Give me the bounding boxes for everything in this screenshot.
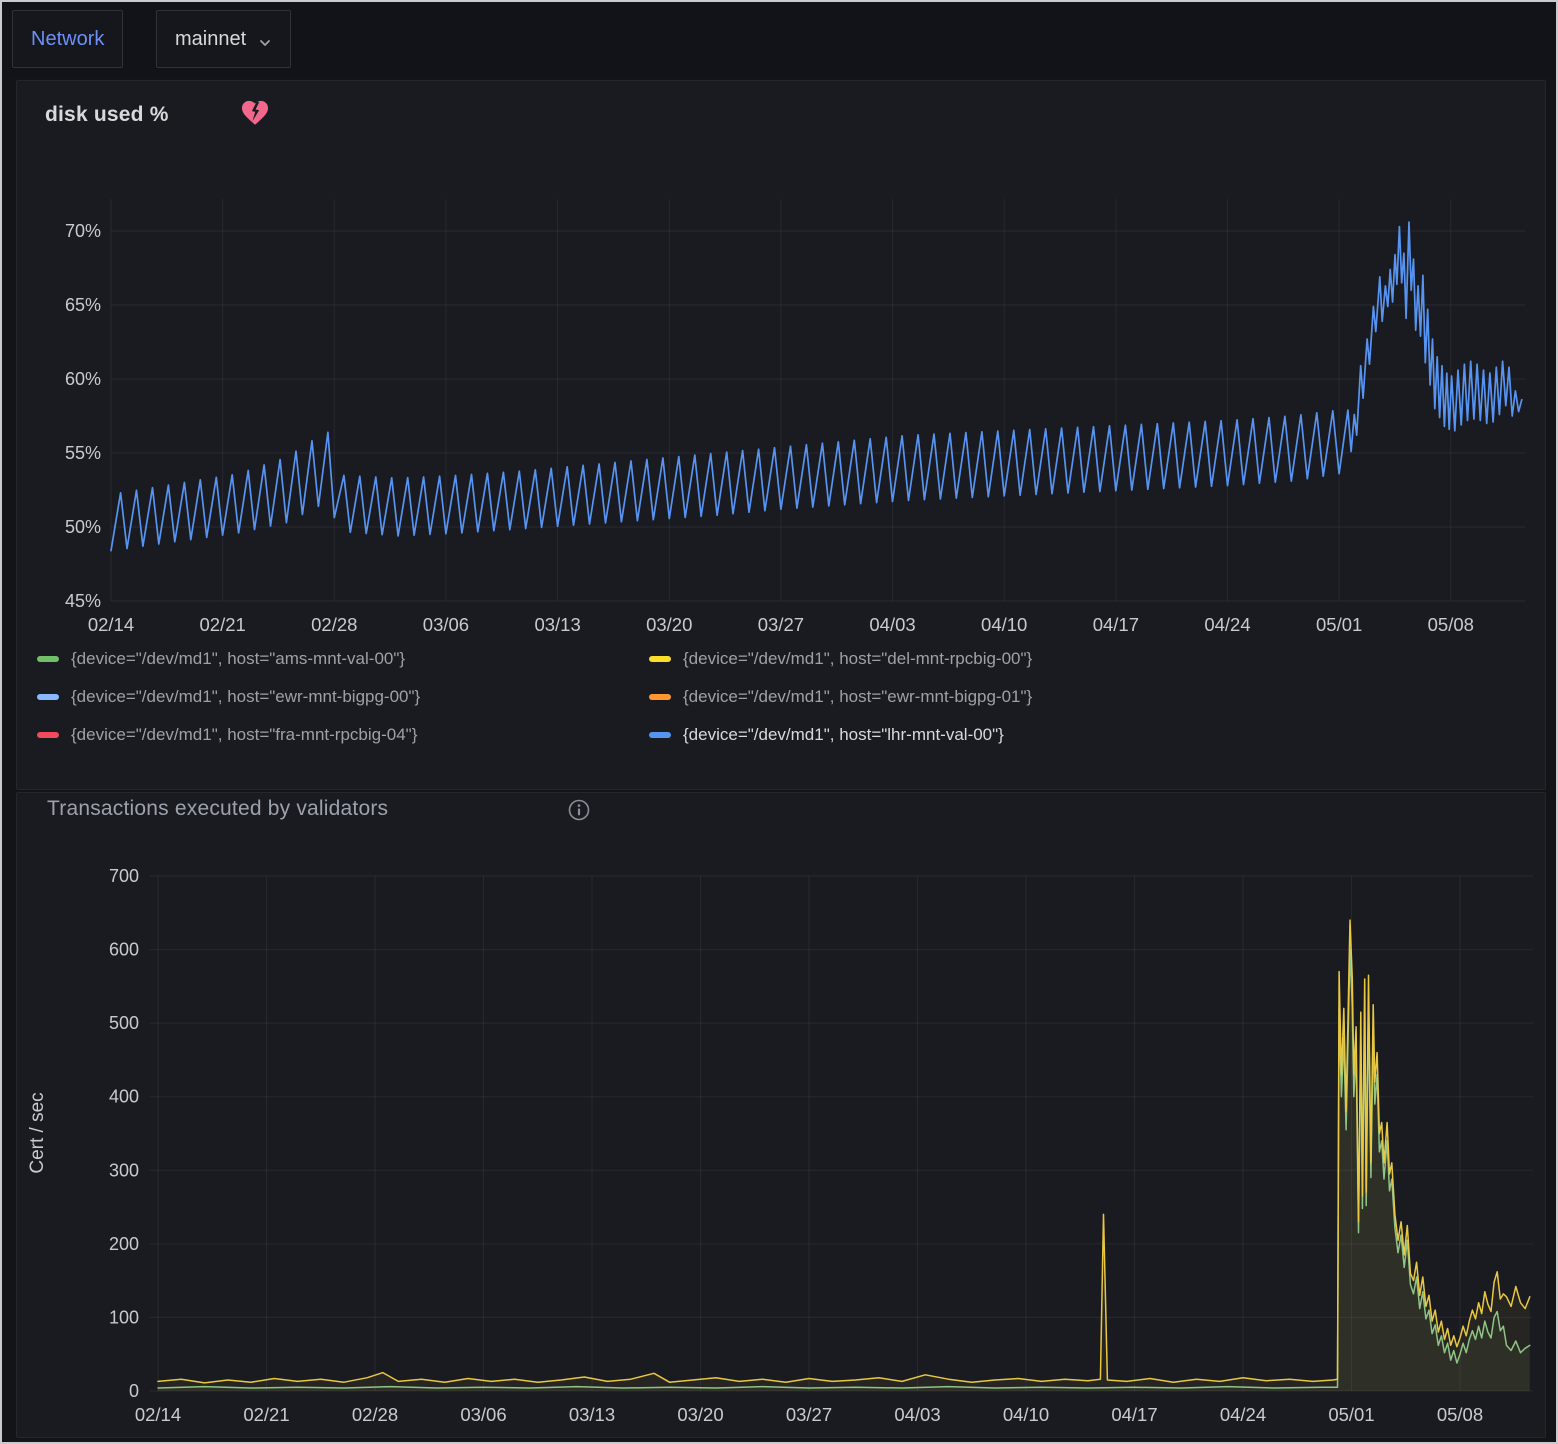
svg-text:02/14: 02/14 [88,614,134,635]
svg-text:04/10: 04/10 [1003,1404,1049,1425]
legend-label: {device="/dev/md1", host="del-mnt-rpcbig… [683,649,1032,669]
legend-swatch [649,732,671,738]
svg-text:05/08: 05/08 [1428,614,1474,635]
legend-label: {device="/dev/md1", host="fra-mnt-rpcbig… [71,725,417,745]
disk-used-legend: {device="/dev/md1", host="ams-mnt-val-00… [37,649,1527,745]
transactions-panel: Transactions executed by validators 7006… [16,792,1546,1438]
svg-text:02/28: 02/28 [352,1404,398,1425]
disk-used-chart[interactable]: 70% 65% 60% 55% 50% 45% 02/14 02/21 02/28 03/06 03… [17,81,1545,641]
svg-text:04/10: 04/10 [981,614,1027,635]
svg-text:03/06: 03/06 [460,1404,506,1425]
legend-item-fra-mnt-rpcbig-04[interactable]: {device="/dev/md1", host="fra-mnt-rpcbig… [37,725,649,745]
x-axis-tick-labels: 02/14 02/21 02/28 03/06 03/13 03/20 03/27 04/03… [135,1404,1483,1425]
legend-item-del-mnt-rpcbig-00[interactable]: {device="/dev/md1", host="del-mnt-rpcbig… [649,649,1527,669]
legend-label: {device="/dev/md1", host="ewr-mnt-bigpg-… [683,687,1032,707]
svg-text:02/28: 02/28 [311,614,357,635]
legend-swatch [37,656,59,662]
transactions-chart[interactable]: 700 600 500 400 300 200 100 0 02/14 02/21 02/28 03/… [17,793,1545,1437]
svg-text:03/27: 03/27 [786,1404,832,1425]
legend-swatch [649,656,671,662]
svg-text:05/01: 05/01 [1328,1404,1374,1425]
legend-item-ams-mnt-val-00[interactable]: {device="/dev/md1", host="ams-mnt-val-00… [37,649,649,669]
svg-text:04/03: 04/03 [869,614,915,635]
legend-label: {device="/dev/md1", host="lhr-mnt-val-00… [683,725,1004,745]
svg-text:100: 100 [109,1307,139,1327]
legend-swatch [37,694,59,700]
chevron-down-icon [258,33,272,47]
svg-text:05/08: 05/08 [1437,1404,1483,1425]
svg-text:50%: 50% [65,517,101,537]
svg-text:04/24: 04/24 [1220,1404,1266,1425]
svg-text:03/06: 03/06 [423,614,469,635]
y-axis-title: Cert / sec [27,1092,48,1173]
svg-text:700: 700 [109,866,139,886]
svg-text:05/01: 05/01 [1316,614,1362,635]
svg-text:300: 300 [109,1160,139,1180]
legend-label: {device="/dev/md1", host="ams-mnt-val-00… [71,649,405,669]
svg-text:200: 200 [109,1234,139,1254]
svg-text:60%: 60% [65,369,101,389]
legend-item-ewr-mnt-bigpg-00[interactable]: {device="/dev/md1", host="ewr-mnt-bigpg-… [37,687,649,707]
network-variable-label[interactable]: Network [12,10,123,68]
svg-text:70%: 70% [65,221,101,241]
svg-text:03/13: 03/13 [534,614,580,635]
svg-text:04/24: 04/24 [1204,614,1250,635]
gridlines [149,876,1533,1391]
svg-text:02/21: 02/21 [200,614,246,635]
disk-used-panel: disk used % 70%65%60%55%50%45%02/1402/21… [16,80,1546,790]
svg-text:04/17: 04/17 [1093,614,1139,635]
svg-text:04/03: 04/03 [894,1404,940,1425]
svg-text:0: 0 [129,1381,139,1401]
disk-used-series-line [111,222,1522,551]
legend-item-ewr-mnt-bigpg-01[interactable]: {device="/dev/md1", host="ewr-mnt-bigpg-… [649,687,1527,707]
series-yellow-line [158,920,1530,1383]
gridlines [111,199,1525,601]
svg-text:04/17: 04/17 [1111,1404,1157,1425]
svg-text:45%: 45% [65,591,101,611]
network-variable-label-text: Network [31,28,104,51]
grafana-dashboard: { "header": { "variable_label": "Network… [0,0,1558,1444]
svg-text:03/20: 03/20 [646,614,692,635]
svg-text:02/21: 02/21 [243,1404,289,1425]
series-green-line [158,950,1530,1388]
network-variable-dropdown[interactable]: mainnet [156,10,291,68]
legend-label: {device="/dev/md1", host="ewr-mnt-bigpg-… [71,687,420,707]
svg-text:55%: 55% [65,443,101,463]
series-yellow-fill [158,920,1530,1391]
y-axis-tick-labels: 70% 65% 60% 55% 50% 45% [65,221,101,611]
svg-text:400: 400 [109,1087,139,1107]
svg-text:65%: 65% [65,295,101,315]
svg-text:02/14: 02/14 [135,1404,181,1425]
svg-text:03/27: 03/27 [758,614,804,635]
legend-swatch [37,732,59,738]
legend-item-lhr-mnt-val-00[interactable]: {device="/dev/md1", host="lhr-mnt-val-00… [649,725,1527,745]
legend-swatch [649,694,671,700]
network-variable-value: mainnet [175,28,246,51]
svg-text:03/20: 03/20 [677,1404,723,1425]
svg-text:600: 600 [109,940,139,960]
svg-text:500: 500 [109,1013,139,1033]
svg-text:03/13: 03/13 [569,1404,615,1425]
y-axis-tick-labels: 700 600 500 400 300 200 100 0 [109,866,139,1401]
x-axis-tick-labels: 02/14 02/21 02/28 03/06 03/13 03/20 03/27 04/03… [88,614,1474,635]
dashboard-controls-strip: Network mainnet [2,2,1556,78]
